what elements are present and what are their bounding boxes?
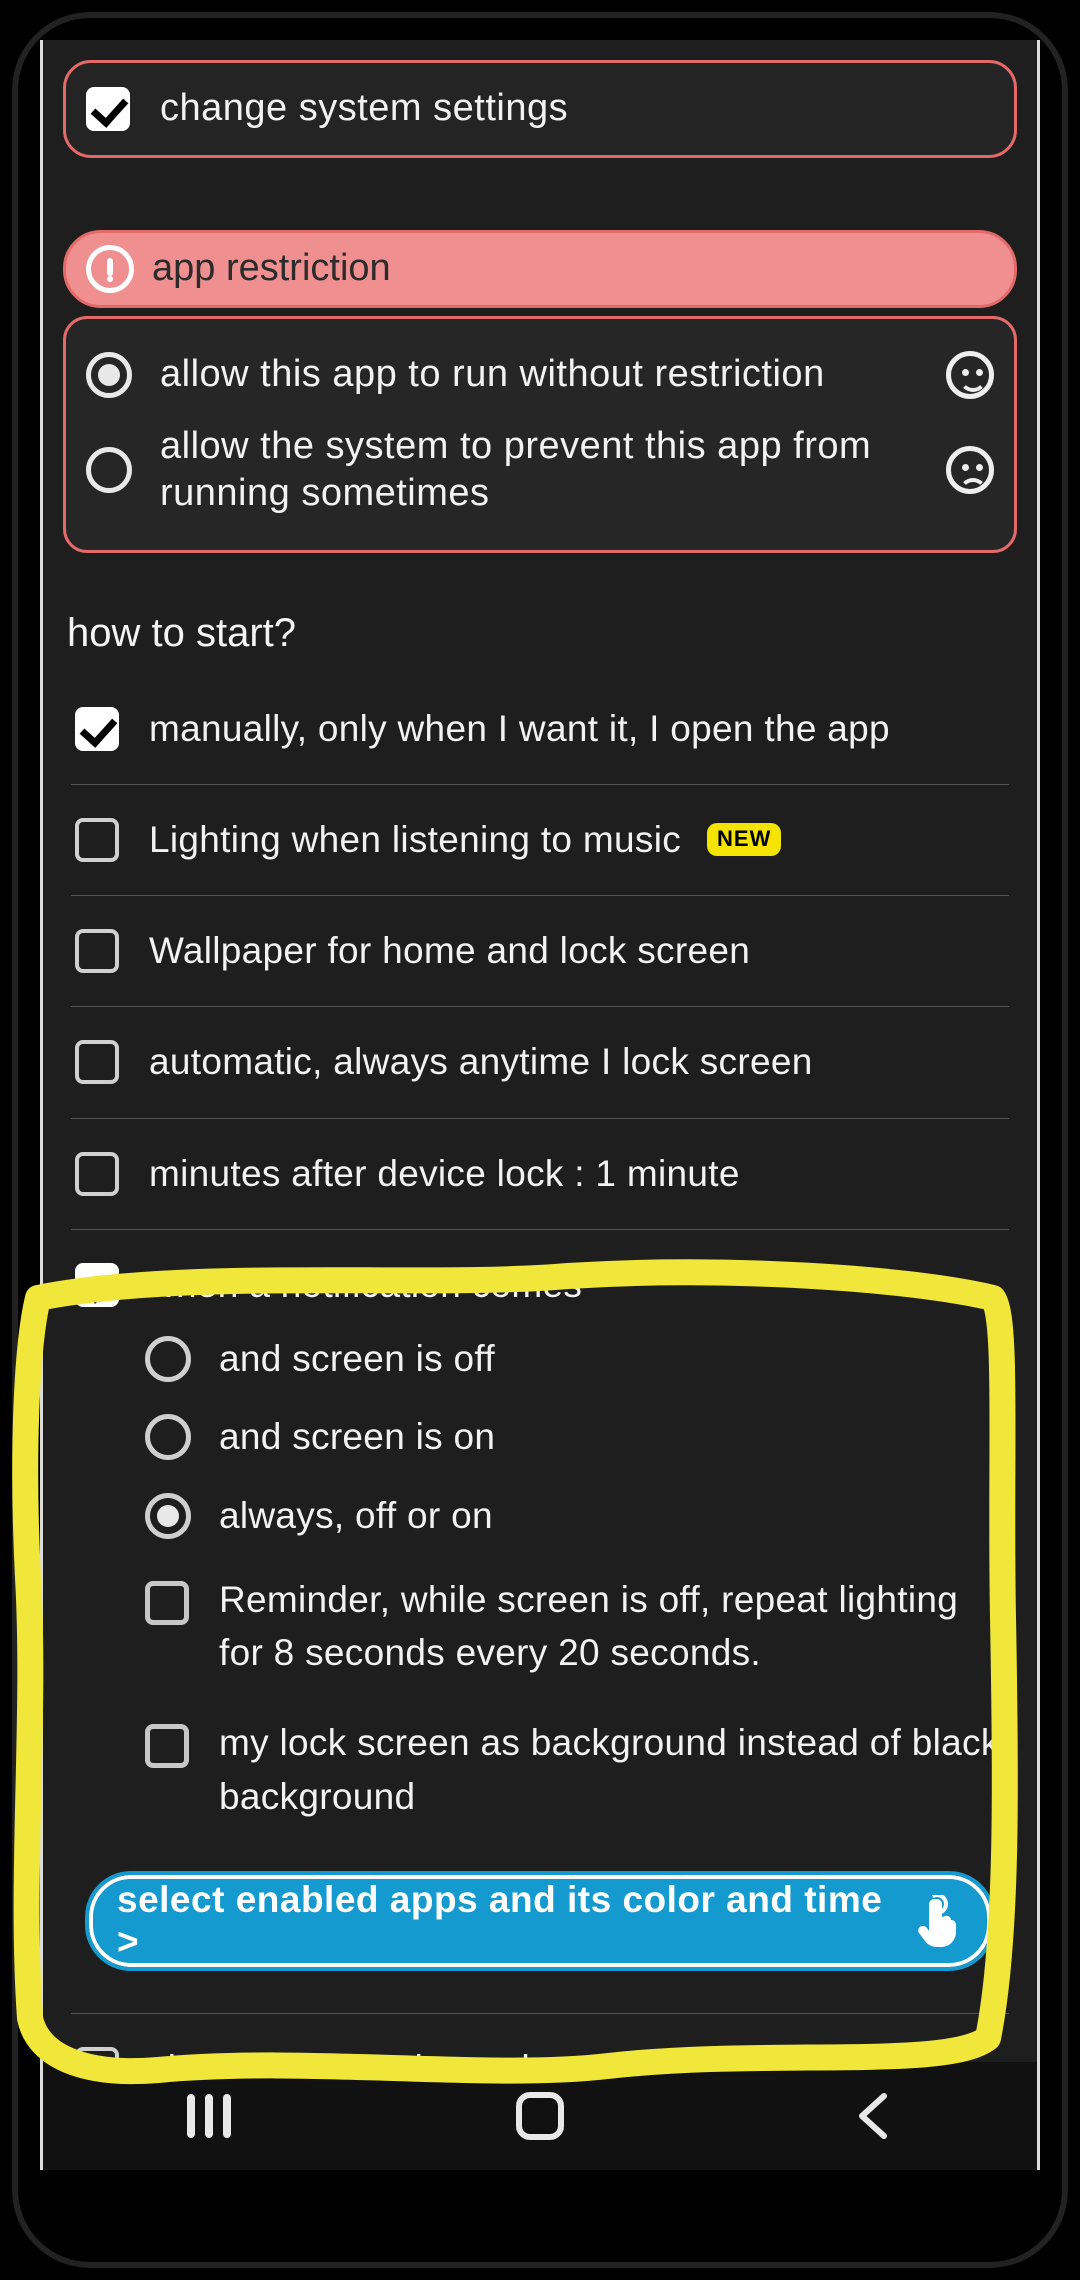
recents-icon: [187, 2094, 231, 2138]
permissions-card: change system settings: [63, 60, 1017, 158]
radio-notif-always[interactable]: [145, 1493, 191, 1539]
label-reminder: Reminder, while screen is off, repeat li…: [219, 1573, 1005, 1680]
system-nav-bar: [43, 2062, 1037, 2170]
radio-allow-no-restriction[interactable]: [86, 352, 132, 398]
select-apps-label: select enabled apps and its color and ti…: [117, 1879, 901, 1963]
radio-allow-prevent[interactable]: [86, 447, 132, 493]
perm-change-system-settings[interactable]: change system settings: [86, 85, 994, 133]
nav-back-button[interactable]: [781, 2081, 961, 2151]
checkbox-change-system-settings[interactable]: [86, 87, 130, 131]
app-restriction-body: allow this app to run without restrictio…: [63, 316, 1017, 553]
label-music: Lighting when listening to music: [149, 817, 681, 863]
checkbox-music[interactable]: [75, 818, 119, 862]
app-restriction-header[interactable]: app restriction: [63, 230, 1017, 308]
option-notification: when a notification comes and screen is …: [71, 1230, 1009, 1968]
label-manually: manually, only when I want it, I open th…: [149, 706, 890, 752]
label-wallpaper: Wallpaper for home and lock screen: [149, 928, 750, 974]
nav-home-button[interactable]: [450, 2081, 630, 2151]
label-lockscreen-bg: my lock screen as background instead of …: [219, 1716, 1005, 1823]
restriction-allow-label: allow this app to run without restrictio…: [160, 351, 936, 399]
notif-always[interactable]: always, off or on: [145, 1477, 1005, 1555]
checkbox-notification[interactable]: [75, 1263, 119, 1307]
restriction-prevent-label: allow the system to prevent this app fro…: [160, 423, 936, 518]
back-icon: [854, 2092, 888, 2140]
notif-screen-on[interactable]: and screen is on: [145, 1398, 1005, 1476]
how-to-start-title: how to start?: [67, 611, 1017, 656]
notification-sub-options: and screen is off and screen is on alway…: [145, 1308, 1005, 1847]
radio-notif-on[interactable]: [145, 1414, 191, 1460]
checkbox-wallpaper[interactable]: [75, 929, 119, 973]
perm-label: change system settings: [160, 85, 568, 133]
restriction-option-prevent[interactable]: allow the system to prevent this app fro…: [86, 423, 994, 518]
home-icon: [516, 2092, 564, 2140]
label-automatic: automatic, always anytime I lock screen: [149, 1039, 813, 1085]
label-notif-off: and screen is off: [219, 1336, 495, 1382]
checkbox-manually[interactable]: [75, 707, 119, 751]
radio-notif-off[interactable]: [145, 1336, 191, 1382]
option-wallpaper[interactable]: Wallpaper for home and lock screen: [71, 896, 1009, 1007]
option-minutes-after[interactable]: minutes after device lock : 1 minute: [71, 1119, 1009, 1230]
smile-icon: [946, 351, 994, 399]
how-to-start-list: manually, only when I want it, I open th…: [71, 674, 1009, 2099]
label-notification: when a notification comes: [149, 1262, 582, 1308]
settings-screen: change system settings app restriction a…: [40, 40, 1040, 2170]
label-minutes-after: minutes after device lock : 1 minute: [149, 1151, 740, 1197]
checkbox-lockscreen-bg[interactable]: [145, 1724, 189, 1768]
option-music[interactable]: Lighting when listening to music NEW: [71, 785, 1009, 896]
checkbox-minutes-after[interactable]: [75, 1152, 119, 1196]
new-badge: NEW: [707, 823, 781, 856]
sad-icon: [946, 446, 994, 494]
notif-reminder[interactable]: Reminder, while screen is off, repeat li…: [145, 1555, 1005, 1698]
notif-screen-off[interactable]: and screen is off: [145, 1320, 1005, 1398]
option-manually[interactable]: manually, only when I want it, I open th…: [71, 674, 1009, 785]
checkbox-automatic[interactable]: [75, 1040, 119, 1084]
touch-icon: [917, 1895, 963, 1947]
notif-lockscreen-bg[interactable]: my lock screen as background instead of …: [145, 1698, 1005, 1841]
label-notif-on: and screen is on: [219, 1414, 495, 1460]
checkbox-reminder[interactable]: [145, 1581, 189, 1625]
app-restriction-title: app restriction: [152, 247, 391, 290]
option-automatic[interactable]: automatic, always anytime I lock screen: [71, 1007, 1009, 1118]
label-notif-always: always, off or on: [219, 1493, 493, 1539]
restriction-option-allow[interactable]: allow this app to run without restrictio…: [86, 351, 994, 399]
alert-icon: [86, 245, 134, 293]
nav-recents-button[interactable]: [119, 2081, 299, 2151]
select-enabled-apps-button[interactable]: select enabled apps and its color and ti…: [89, 1875, 991, 1967]
